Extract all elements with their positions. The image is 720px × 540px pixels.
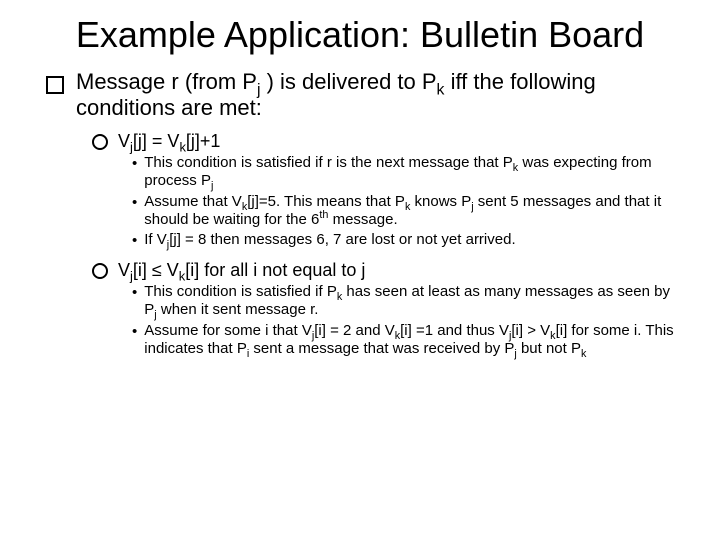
- list-item: • If Vj[j] = 8 then messages 6, 7 are lo…: [132, 231, 680, 250]
- cond2-details: • This condition is satisfied if Pk has …: [132, 283, 680, 358]
- t: [i] > V: [511, 322, 550, 339]
- t: Message r (from P: [76, 69, 257, 94]
- t: V: [118, 131, 130, 151]
- bullet-cond2-text: Vj[i] ≤ Vk[i] for all i not equal to j: [118, 260, 365, 281]
- cond1-details: • This condition is satisfied if r is th…: [132, 154, 680, 250]
- t: message.: [328, 211, 397, 228]
- sub: k: [581, 348, 586, 360]
- t: This condition is satisfied if P: [144, 283, 337, 300]
- list-item: • This condition is satisfied if Pk has …: [132, 283, 680, 320]
- dot-bullet-icon: •: [132, 194, 137, 212]
- t: sent a message that was received by P: [249, 340, 514, 357]
- dot-bullet-icon: •: [132, 232, 137, 250]
- t: This condition is satisfied if r is the …: [144, 154, 513, 171]
- t: V: [118, 260, 130, 280]
- t: [j] = 8 then messages 6, 7 are lost or n…: [169, 231, 515, 248]
- t: ) is delivered to P: [260, 69, 436, 94]
- bullet-cond1: Vj[j] = Vk[j]+1: [92, 131, 680, 152]
- slide: Example Application: Bulletin Board Mess…: [0, 0, 720, 540]
- t: Assume for some i that Vj[i] = 2 and Vk[…: [144, 322, 680, 359]
- list-item: • This condition is satisfied if r is th…: [132, 154, 680, 191]
- t: [j] = V: [133, 131, 180, 151]
- bullet-cond1-text: Vj[j] = Vk[j]+1: [118, 131, 220, 152]
- t: [i] =1 and thus V: [400, 322, 509, 339]
- t: [j]+1: [186, 131, 221, 151]
- t: [j]=5. This means that P: [247, 193, 405, 210]
- t: If Vj[j] = 8 then messages 6, 7 are lost…: [144, 231, 515, 249]
- t: [i] for all i not equal to j: [185, 260, 365, 280]
- sub: j: [211, 180, 213, 192]
- t: Assume that Vk[j]=5. This means that Pk …: [144, 193, 680, 230]
- bullet-cond2: Vj[i] ≤ Vk[i] for all i not equal to j: [92, 260, 680, 281]
- t: when it sent message r.: [157, 301, 319, 318]
- t: This condition is satisfied if r is the …: [144, 154, 680, 191]
- dot-bullet-icon: •: [132, 323, 137, 341]
- circle-bullet-icon: [92, 134, 108, 150]
- bullet-main-text: Message r (from Pj ) is delivered to Pk …: [76, 69, 680, 121]
- t: [i] = 2 and V: [314, 322, 394, 339]
- slide-title: Example Application: Bulletin Board: [40, 14, 680, 55]
- list-item: • Assume for some i that Vj[i] = 2 and V…: [132, 322, 680, 359]
- t: [i] ≤ V: [133, 260, 179, 280]
- dot-bullet-icon: •: [132, 284, 137, 302]
- bullet-main: Message r (from Pj ) is delivered to Pk …: [46, 69, 680, 121]
- dot-bullet-icon: •: [132, 155, 137, 173]
- t: knows P: [410, 193, 471, 210]
- t: Assume that V: [144, 193, 242, 210]
- circle-bullet-icon: [92, 263, 108, 279]
- t: If V: [144, 231, 167, 248]
- t: but not P: [517, 340, 581, 357]
- t: This condition is satisfied if Pk has se…: [144, 283, 680, 320]
- square-bullet-icon: [46, 76, 64, 94]
- list-item: • Assume that Vk[j]=5. This means that P…: [132, 193, 680, 230]
- t: Assume for some i that V: [144, 322, 312, 339]
